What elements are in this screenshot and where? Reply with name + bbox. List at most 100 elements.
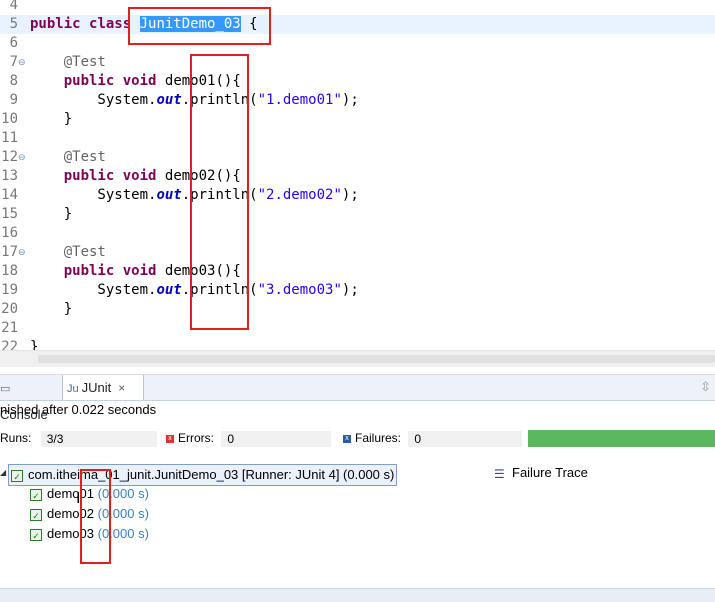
code-text: @Test xyxy=(30,243,106,262)
code-token: "3.demo03" xyxy=(257,282,342,298)
code-token: demo03(){ xyxy=(164,263,241,279)
code-text: public class JunitDemo_03 { xyxy=(30,15,258,34)
fold-toggle-icon[interactable]: ⊖ xyxy=(18,148,28,167)
code-text: @Test xyxy=(30,148,106,167)
code-token: .println( xyxy=(181,92,258,108)
console-icon: ▭ xyxy=(0,383,11,395)
line-number: 4 xyxy=(9,0,18,13)
line-number: 9 xyxy=(9,92,18,108)
code-line[interactable]: 16 xyxy=(0,224,715,243)
code-line[interactable]: 17 ⊖ @Test xyxy=(0,243,715,262)
collapse-icon[interactable]: ◢ xyxy=(0,468,6,477)
junit-icon: Ju xyxy=(67,383,79,395)
code-token: { xyxy=(240,16,258,32)
bottom-status-bar xyxy=(0,588,715,602)
line-number: 14 xyxy=(1,187,18,203)
code-line[interactable]: 8 public void demo01(){ xyxy=(0,72,715,91)
scrollbar-thumb[interactable] xyxy=(38,355,715,363)
line-number: 20 xyxy=(1,301,18,317)
code-editor[interactable]: 4 5 public class JunitDemo_03 {6 7 ⊖ @Test 8 … xyxy=(0,0,715,350)
code-line[interactable]: 5 public class JunitDemo_03 { xyxy=(0,15,715,34)
code-token: System. xyxy=(30,92,157,108)
code-token: ); xyxy=(341,92,359,108)
fold-toggle-icon[interactable]: ⊖ xyxy=(18,243,28,262)
code-line[interactable]: 7 ⊖ @Test xyxy=(0,53,715,72)
test-suite-pass-icon: ✓ xyxy=(11,469,23,482)
tab-junit[interactable]: Ju JUnit × xyxy=(62,375,144,400)
list-icon: ☰ xyxy=(494,466,505,481)
code-token: "1.demo01" xyxy=(257,92,342,108)
line-number: 15 xyxy=(1,206,18,222)
code-line[interactable]: 4 xyxy=(0,0,715,15)
tree-item-demo03[interactable]: ✓ demo03 (0.000 s) xyxy=(30,524,149,544)
code-line[interactable]: 10 } xyxy=(0,110,715,129)
test-pass-icon: ✓ xyxy=(30,508,42,521)
code-text: System.out.println("2.demo02"); xyxy=(30,186,359,205)
runs-value: 3/3 xyxy=(40,430,157,447)
code-text: public void demo01(){ xyxy=(30,72,241,91)
code-token: } xyxy=(30,206,73,222)
code-token: public xyxy=(30,16,90,32)
code-token: public xyxy=(63,73,123,89)
code-token: } xyxy=(30,301,73,317)
tab-console[interactable]: ▭Console xyxy=(0,375,60,422)
line-number: 18 xyxy=(1,263,18,279)
code-line[interactable]: 22} xyxy=(0,338,715,350)
code-token: .println( xyxy=(181,282,258,298)
code-token: ); xyxy=(341,187,359,203)
editor-horizontal-scrollbar[interactable] xyxy=(0,350,715,367)
line-number: 13 xyxy=(1,168,18,184)
code-line[interactable]: 19 System.out.println("3.demo03"); xyxy=(0,281,715,300)
code-token: public xyxy=(63,168,123,184)
code-line[interactable]: 14 System.out.println("2.demo02"); xyxy=(0,186,715,205)
code-line[interactable]: 20 } xyxy=(0,300,715,319)
close-icon[interactable]: × xyxy=(118,381,125,395)
code-line[interactable]: 11 xyxy=(0,129,715,148)
code-text: System.out.println("1.demo01"); xyxy=(30,91,359,110)
code-token: ); xyxy=(341,282,359,298)
test-tree[interactable]: ◢ ✓ com.itheima_01_junit.JunitDemo_03 [Ru… xyxy=(0,460,490,588)
view-toolbar-arrows-icon[interactable]: ⇳ xyxy=(700,379,711,395)
fold-toggle-icon[interactable]: ⊖ xyxy=(18,53,28,72)
code-line[interactable]: 12 ⊖ @Test xyxy=(0,148,715,167)
line-number: 17 xyxy=(1,244,18,260)
code-text: } xyxy=(30,300,72,319)
line-number: 5 xyxy=(9,16,18,32)
failures-value: 0 xyxy=(408,430,523,447)
tree-item-demo02[interactable]: ✓ demo02 (0.000 s) xyxy=(30,504,149,524)
code-token: void xyxy=(122,73,165,89)
code-token: System. xyxy=(30,187,157,203)
code-token: demo01(){ xyxy=(164,73,241,89)
tree-root-node[interactable]: ✓ com.itheima_01_junit.JunitDemo_03 [Runn… xyxy=(8,464,398,486)
code-line[interactable]: 9 System.out.println("1.demo01"); xyxy=(0,91,715,110)
errors-counter: x Errors: 0 xyxy=(166,428,332,448)
code-token: JunitDemo_03 xyxy=(139,16,241,32)
code-token: void xyxy=(122,263,165,279)
errors-value: 0 xyxy=(221,430,332,447)
code-token: void xyxy=(122,168,165,184)
line-number: 16 xyxy=(1,225,18,241)
progress-bar xyxy=(528,430,715,447)
failure-trace-header: ☰ Failure Trace xyxy=(494,465,588,481)
code-token: } xyxy=(30,111,73,127)
code-line[interactable]: 13 public void demo02(){ xyxy=(0,167,715,186)
code-line[interactable]: 6 xyxy=(0,34,715,53)
runs-counter: Runs: 3/3 xyxy=(0,428,157,448)
code-line[interactable]: 21 xyxy=(0,319,715,338)
line-number: 12 xyxy=(1,149,18,165)
code-line[interactable]: 15 } xyxy=(0,205,715,224)
code-text: public void demo02(){ xyxy=(30,167,241,186)
code-text: } xyxy=(30,110,72,129)
test-pass-icon: ✓ xyxy=(30,528,42,541)
tree-item-demo01[interactable]: ✓ demo01 (0.000 s) xyxy=(30,484,149,504)
code-token: out xyxy=(156,187,182,203)
code-line[interactable]: 18 public void demo03(){ xyxy=(0,262,715,281)
code-text: } xyxy=(30,205,72,224)
failures-counter: x Failures: 0 xyxy=(343,428,523,448)
